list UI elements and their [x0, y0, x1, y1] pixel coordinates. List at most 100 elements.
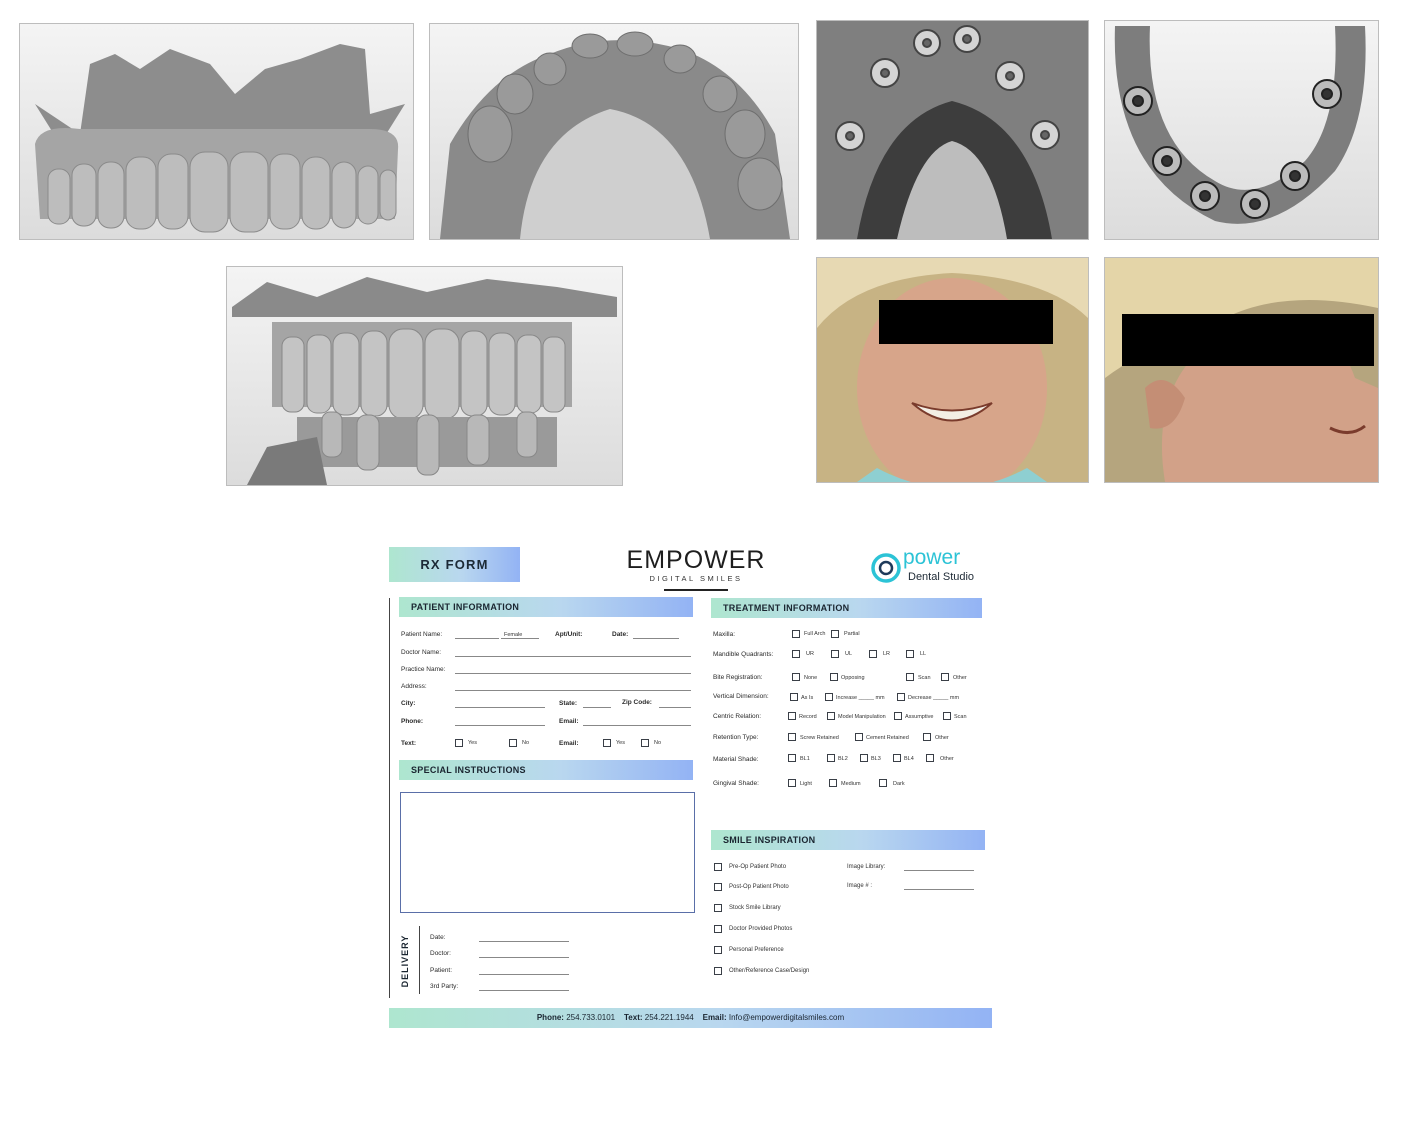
- bite-other-label: Other: [953, 675, 967, 681]
- mandible-ur-label: UR: [806, 651, 814, 657]
- address-line[interactable]: [455, 690, 691, 691]
- gingival-medium-checkbox[interactable]: [829, 779, 837, 787]
- mandible-ul-checkbox[interactable]: [831, 650, 839, 658]
- power-dental-studio-logo: power Dental Studio: [871, 546, 983, 586]
- state-line[interactable]: [583, 707, 611, 708]
- footer-email-label: Email:: [702, 1013, 727, 1022]
- centric-scan-label: Scan: [954, 714, 967, 720]
- phone-line[interactable]: [455, 725, 545, 726]
- smile-pre-op-checkbox[interactable]: [714, 863, 722, 871]
- special-instructions-textbox[interactable]: [400, 792, 695, 913]
- centric-scan-checkbox[interactable]: [943, 712, 951, 720]
- bite-none-label: None: [804, 675, 818, 681]
- gingival-dark-checkbox[interactable]: [879, 779, 887, 787]
- footer-email[interactable]: Info@empowerdigitalsmiles.com: [729, 1013, 844, 1022]
- centric-model-checkbox[interactable]: [827, 712, 835, 720]
- retention-cement-checkbox[interactable]: [855, 733, 863, 741]
- material-bl4-checkbox[interactable]: [893, 754, 901, 762]
- mandible-lr-checkbox[interactable]: [869, 650, 877, 658]
- power-logo-icon: [871, 553, 901, 583]
- retention-screw-checkbox[interactable]: [788, 733, 796, 741]
- text-no-label: No: [522, 740, 530, 746]
- bite-registration-label: Bite Registration:: [713, 674, 763, 681]
- material-bl1-checkbox[interactable]: [788, 754, 796, 762]
- bite-scan-checkbox[interactable]: [906, 673, 914, 681]
- maxilla-label: Maxilla:: [713, 631, 736, 638]
- text-label: Text:: [401, 740, 417, 747]
- material-other-label: Other: [940, 756, 954, 762]
- email-pref-label: Email:: [559, 740, 579, 747]
- smile-post-op-label: Post-Op Patient Photo: [729, 884, 789, 890]
- delivery-patient-label: Patient:: [430, 967, 453, 974]
- state-label: State:: [559, 700, 578, 707]
- material-shade-label: Material Shade:: [713, 756, 759, 763]
- image-number-line[interactable]: [904, 889, 974, 890]
- delivery-doctor-line[interactable]: [479, 957, 569, 958]
- smile-other-reference-checkbox[interactable]: [714, 967, 722, 975]
- vertical-increase-label: Increase _____ mm: [836, 695, 885, 701]
- delivery-label-wrap: DELIVERY: [399, 932, 411, 992]
- patient-name-line[interactable]: [455, 638, 499, 639]
- practice-name-label: Practice Name:: [401, 666, 446, 673]
- patient-gender-line[interactable]: [501, 638, 539, 639]
- gingival-shade-label: Gingival Shade:: [713, 780, 759, 787]
- patient-info-header: PATIENT INFORMATION: [399, 597, 693, 617]
- bite-opposing-checkbox[interactable]: [830, 673, 838, 681]
- vertical-decrease-checkbox[interactable]: [897, 693, 905, 701]
- patient-name-label: Patient Name:: [401, 631, 443, 638]
- mandible-ll-checkbox[interactable]: [906, 650, 914, 658]
- maxilla-partial-checkbox[interactable]: [831, 630, 839, 638]
- doctor-name-label: Doctor Name:: [401, 649, 442, 656]
- smile-personal-pref-checkbox[interactable]: [714, 946, 722, 954]
- patient-frontal-smile-photo: [816, 257, 1089, 483]
- material-bl3-checkbox[interactable]: [860, 754, 868, 762]
- text-no-checkbox[interactable]: [509, 739, 517, 747]
- empower-brand-tagline: DIGITAL SMILES: [649, 574, 743, 583]
- zip-label: Zip Code:: [622, 699, 652, 706]
- footer-text[interactable]: 254.221.1944: [645, 1013, 694, 1022]
- bite-other-checkbox[interactable]: [941, 673, 949, 681]
- text-yes-checkbox[interactable]: [455, 739, 463, 747]
- practice-name-line[interactable]: [455, 673, 691, 674]
- vertical-as-is-checkbox[interactable]: [790, 693, 798, 701]
- email-label: Email:: [559, 718, 579, 725]
- material-bl3-label: BL3: [871, 756, 881, 762]
- zip-line[interactable]: [659, 707, 691, 708]
- maxilla-full-arch-checkbox[interactable]: [792, 630, 800, 638]
- smile-stock-library-checkbox[interactable]: [714, 904, 722, 912]
- vertical-increase-checkbox[interactable]: [825, 693, 833, 701]
- mandible-lr-label: LR: [883, 651, 891, 657]
- contact-footer: Phone: 254.733.0101 Text: 254.221.1944 E…: [389, 1008, 992, 1028]
- date-line[interactable]: [633, 638, 679, 639]
- image-number-label: Image # :: [847, 883, 873, 889]
- smile-doctor-photos-checkbox[interactable]: [714, 925, 722, 933]
- footer-phone[interactable]: 254.733.0101: [566, 1013, 615, 1022]
- email-no-checkbox[interactable]: [641, 739, 649, 747]
- image-library-line[interactable]: [904, 870, 974, 871]
- city-line[interactable]: [455, 707, 545, 708]
- bite-none-checkbox[interactable]: [792, 673, 800, 681]
- mandible-ll-label: LL: [920, 651, 927, 657]
- material-bl2-checkbox[interactable]: [827, 754, 835, 762]
- material-other-checkbox[interactable]: [926, 754, 934, 762]
- email-yes-checkbox[interactable]: [603, 739, 611, 747]
- centric-record-checkbox[interactable]: [788, 712, 796, 720]
- email-line[interactable]: [583, 725, 691, 726]
- doctor-name-line[interactable]: [455, 656, 691, 657]
- image-library-label: Image Library:: [847, 864, 886, 870]
- vertical-decrease-label: Decrease _____ mm: [908, 695, 960, 701]
- date-label: Date:: [612, 631, 629, 638]
- city-label: City:: [401, 700, 416, 707]
- gingival-medium-label: Medium: [841, 781, 861, 787]
- delivery-label: DELIVERY: [400, 934, 410, 988]
- delivery-date-line[interactable]: [479, 941, 569, 942]
- retention-other-checkbox[interactable]: [923, 733, 931, 741]
- smile-post-op-checkbox[interactable]: [714, 883, 722, 891]
- upper-denture-frontal-scan: [19, 23, 414, 240]
- delivery-patient-line[interactable]: [479, 974, 569, 975]
- delivery-third-party-line[interactable]: [479, 990, 569, 991]
- mandible-ur-checkbox[interactable]: [792, 650, 800, 658]
- smile-personal-pref-label: Personal Preference: [729, 947, 784, 953]
- gingival-light-checkbox[interactable]: [788, 779, 796, 787]
- centric-assumptive-checkbox[interactable]: [894, 712, 902, 720]
